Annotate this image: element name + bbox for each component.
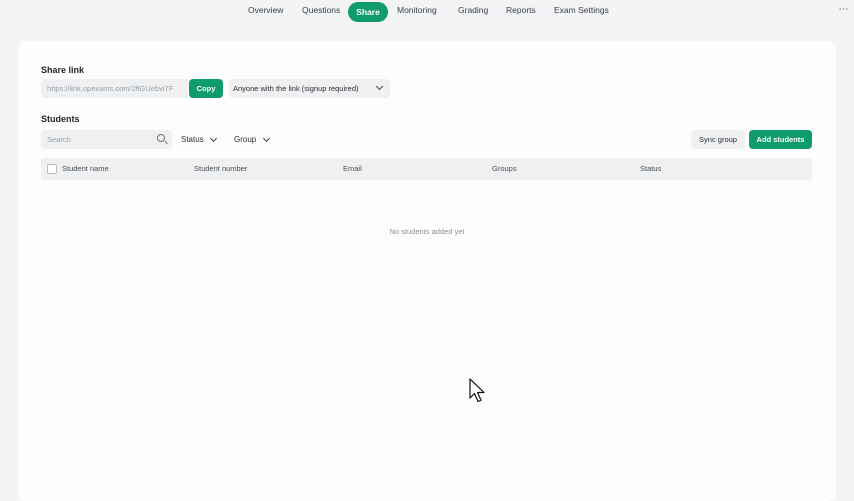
- search-icon: [157, 134, 165, 142]
- column-groups[interactable]: Groups: [492, 158, 517, 180]
- chevron-down-icon: [209, 134, 218, 143]
- student-search-input[interactable]: Search: [41, 130, 172, 149]
- more-icon[interactable]: ⋯: [836, 4, 850, 18]
- add-students-button[interactable]: Add students: [749, 130, 812, 149]
- tab-overview[interactable]: Overview: [248, 0, 283, 20]
- students-table-header: Student name Student number Email Groups…: [41, 158, 812, 180]
- share-link-title: Share link: [41, 65, 85, 75]
- empty-state-message: No students added yet: [389, 227, 465, 236]
- search-placeholder: Search: [47, 135, 71, 144]
- column-student-name[interactable]: Student name: [62, 158, 109, 180]
- chevron-down-icon: [375, 82, 384, 91]
- column-student-number[interactable]: Student number: [194, 158, 247, 180]
- share-panel: Share link https://link.opexams.com/2flG…: [18, 41, 836, 501]
- top-nav: Overview Questions Share Monitoring Grad…: [0, 0, 854, 24]
- column-email[interactable]: Email: [343, 158, 362, 180]
- group-filter[interactable]: Group: [234, 130, 271, 149]
- tab-monitoring[interactable]: Monitoring: [397, 0, 437, 20]
- chevron-down-icon: [262, 134, 271, 143]
- copy-button[interactable]: Copy: [189, 79, 223, 98]
- tab-exam-settings[interactable]: Exam Settings: [554, 0, 609, 20]
- select-all-checkbox[interactable]: [47, 164, 57, 174]
- cursor-icon: [469, 378, 485, 403]
- sync-group-button[interactable]: Sync group: [691, 130, 745, 149]
- link-access-value: Anyone with the link (signup required): [233, 84, 359, 93]
- tab-share[interactable]: Share: [348, 2, 388, 22]
- share-link-field[interactable]: https://link.opexams.com/2flGUebvi7F: [41, 79, 188, 98]
- students-title: Students: [41, 114, 80, 124]
- group-filter-label: Group: [234, 135, 257, 144]
- link-access-select[interactable]: Anyone with the link (signup required): [229, 79, 390, 98]
- tab-questions[interactable]: Questions: [302, 0, 340, 20]
- column-status[interactable]: Status: [640, 158, 661, 180]
- status-filter-label: Status: [181, 135, 204, 144]
- tab-reports[interactable]: Reports: [506, 0, 536, 20]
- status-filter[interactable]: Status: [181, 130, 218, 149]
- tab-grading[interactable]: Grading: [458, 0, 488, 20]
